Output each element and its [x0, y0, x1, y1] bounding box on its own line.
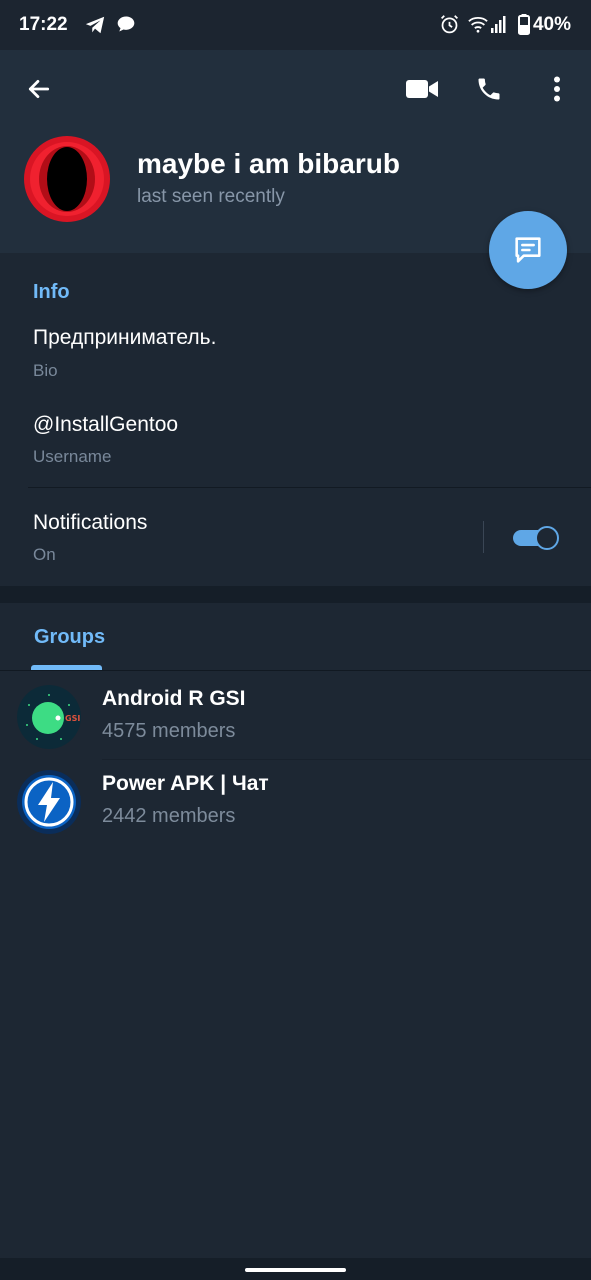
status-bar: 17:22 40% — [0, 0, 591, 50]
chat-bubble-icon — [116, 14, 136, 39]
groups-section: Groups GSI Android R GSI 4575 members Po… — [0, 603, 591, 1258]
send-message-button[interactable] — [489, 211, 567, 289]
voice-call-button[interactable] — [468, 68, 510, 110]
last-seen-status: last seen recently — [137, 186, 285, 207]
info-section: Info Предприниматель. Bio @InstallGentoo… — [0, 254, 591, 586]
battery-percentage: 40% — [532, 14, 571, 35]
android-gsi-avatar: GSI — [17, 685, 81, 749]
bio-text[interactable]: Предприниматель. — [33, 326, 216, 350]
group-members: 2442 members — [102, 805, 236, 827]
back-button[interactable] — [18, 68, 60, 110]
video-camera-icon — [405, 80, 438, 98]
bio-label: Bio — [33, 361, 58, 380]
profile-name: maybe i am bibarub — [137, 148, 400, 179]
telegram-icon — [84, 14, 106, 41]
notifications-separator — [483, 521, 484, 553]
notifications-title: Notifications — [33, 511, 148, 534]
lightning-avatar — [17, 770, 81, 834]
info-section-title: Info — [33, 281, 70, 303]
cellular-signal-icon — [491, 14, 509, 39]
status-time: 17:22 — [19, 14, 68, 35]
alarm-icon — [439, 14, 460, 40]
group-item-android-r-gsi[interactable]: GSI Android R GSI 4575 members — [0, 671, 591, 756]
notifications-row[interactable]: Notifications On — [0, 488, 591, 586]
arrow-left-icon — [28, 80, 50, 98]
section-separator — [0, 586, 591, 603]
video-call-button[interactable] — [400, 68, 444, 110]
wifi-icon — [467, 14, 489, 39]
group-item-power-apk[interactable]: Power APK | Чат 2442 members — [0, 756, 591, 841]
group-name: Power APK | Чат — [102, 772, 269, 795]
battery-icon — [518, 14, 530, 40]
phone-icon — [478, 78, 500, 100]
username-label: Username — [33, 447, 112, 466]
opera-logo-icon — [24, 136, 110, 222]
notifications-state: On — [33, 545, 56, 564]
tab-groups[interactable]: Groups — [34, 626, 105, 649]
home-indicator[interactable] — [245, 1268, 346, 1272]
profile-avatar[interactable] — [24, 136, 110, 222]
message-icon — [515, 237, 541, 263]
gsi-badge: GSI — [65, 714, 80, 723]
more-options-button[interactable] — [540, 68, 574, 110]
more-vertical-icon — [554, 76, 560, 102]
group-members: 4575 members — [102, 720, 236, 742]
username-text[interactable]: @InstallGentoo — [33, 413, 178, 437]
notifications-toggle[interactable] — [513, 526, 561, 550]
navigation-bar — [0, 1258, 591, 1280]
group-name: Android R GSI — [102, 687, 246, 710]
